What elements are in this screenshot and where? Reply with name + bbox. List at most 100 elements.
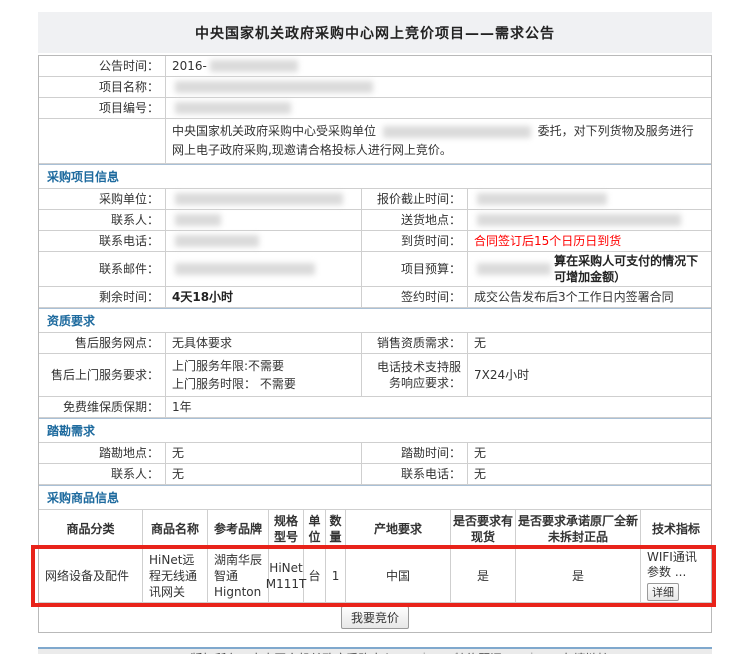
quote-deadline-value bbox=[468, 189, 711, 209]
sign-time-value: 成交公告发布后3个工作日内签署合同 bbox=[468, 287, 711, 307]
onsite-service-label: 售后上门服务要求： bbox=[39, 354, 166, 396]
arrival-value: 合同签订后15个日历日到货 bbox=[468, 231, 711, 251]
budget-value: 算在采购人可支付的情况下可增加金额） bbox=[468, 252, 711, 286]
budget-visible-text: 算在采购人可支付的情况下可增加金额） bbox=[554, 253, 705, 285]
redacted-purchase-unit bbox=[175, 193, 343, 205]
product-name: HiNet远程无线通讯网关 bbox=[143, 549, 208, 602]
phone-value bbox=[166, 231, 362, 251]
product-model: HiNet M111T bbox=[269, 549, 304, 602]
description-text: 中央国家机关政府采购中心受采购单位 委托，对下列货物及服务进行网上电子政府采购,… bbox=[166, 119, 711, 163]
redacted-budget bbox=[477, 263, 551, 275]
survey-phone-value: 无 bbox=[468, 464, 711, 484]
purchase-unit-value bbox=[166, 189, 362, 209]
bid-row: 我要竞价 bbox=[39, 603, 711, 632]
email-value bbox=[166, 252, 362, 286]
detail-button[interactable]: 详细 bbox=[647, 583, 679, 601]
product-row: 网络设备及配件 HiNet远程无线通讯网关 湖南华辰智通Hignton HiNe… bbox=[39, 549, 711, 603]
product-origin: 中国 bbox=[346, 549, 451, 602]
redacted-email bbox=[175, 263, 315, 275]
description-prefix: 中央国家机关政府采购中心受采购单位 bbox=[172, 124, 376, 138]
service-outlet-label: 售后服务网点： bbox=[39, 333, 166, 353]
page-title: 中央国家机关政府采购中心网上竞价项目——需求公告 bbox=[38, 12, 712, 53]
section-survey: 踏勘需求 bbox=[39, 418, 711, 443]
row-phone: 联系电话： 到货时间： 合同签订后15个日历日到货 bbox=[39, 231, 711, 252]
product-row-wrap: 网络设备及配件 HiNet远程无线通讯网关 湖南华辰智通Hignton HiNe… bbox=[39, 549, 711, 603]
purchase-unit-label: 采购单位： bbox=[39, 189, 166, 209]
survey-time-value: 无 bbox=[468, 443, 711, 463]
col-brand-new: 是否要求承诺原厂全新未拆封正品 bbox=[516, 510, 641, 548]
col-model: 规格型号 bbox=[269, 510, 304, 548]
col-in-stock: 是否要求有现货 bbox=[451, 510, 516, 548]
arrival-label: 到货时间： bbox=[362, 231, 468, 251]
footer: 政府采购 版权所有：中央国家机关政府采购中心 ｜ 特约顾问 ｜ 友情链接 京IC… bbox=[38, 647, 712, 654]
description-label-empty bbox=[39, 119, 166, 163]
row-survey-place: 踏勘地点： 无 踏勘时间： 无 bbox=[39, 443, 711, 464]
redacted-contact bbox=[175, 214, 221, 226]
notice-table: 公告时间： 2016- 项目名称： 项目编号： 中央国家机关政府采购中心受采购单… bbox=[38, 55, 712, 633]
section-qualification: 资质要求 bbox=[39, 308, 711, 333]
phone-support-value: 7X24小时 bbox=[468, 354, 711, 396]
row-project-name: 项目名称： bbox=[39, 77, 711, 98]
remaining-time-label: 剩余时间： bbox=[39, 287, 166, 307]
redacted-project-name bbox=[175, 81, 373, 93]
row-survey-contact: 联系人： 无 联系电话： 无 bbox=[39, 464, 711, 485]
project-name-value bbox=[166, 77, 711, 97]
project-name-label: 项目名称： bbox=[39, 77, 166, 97]
col-category: 商品分类 bbox=[39, 510, 143, 548]
warranty-label: 免费维保质保期： bbox=[39, 397, 166, 417]
contact-value bbox=[166, 210, 362, 230]
sales-qualification-value: 无 bbox=[468, 333, 711, 353]
redacted-quote-deadline bbox=[477, 193, 607, 205]
bid-button[interactable]: 我要竞价 bbox=[341, 606, 409, 629]
quote-deadline-label: 报价截止时间： bbox=[362, 189, 468, 209]
section-products: 采购商品信息 bbox=[39, 485, 711, 510]
row-onsite-service: 售后上门服务要求： 上门服务年限:不需要 上门服务时限： 不需要 电话技术支持服… bbox=[39, 354, 711, 397]
product-in-stock: 是 bbox=[451, 549, 516, 602]
onsite-service-value: 上门服务年限:不需要 上门服务时限： 不需要 bbox=[166, 354, 362, 396]
row-description: 中央国家机关政府采购中心受采购单位 委托，对下列货物及服务进行网上电子政府采购,… bbox=[39, 119, 711, 164]
survey-contact-label: 联系人： bbox=[39, 464, 166, 484]
col-brand: 参考品牌 bbox=[208, 510, 269, 548]
email-label: 联系邮件： bbox=[39, 252, 166, 286]
row-contact: 联系人： 送货地点： bbox=[39, 210, 711, 231]
product-tech-spec: WIFI通讯参数 ... bbox=[647, 550, 705, 580]
col-qty: 数量 bbox=[326, 510, 346, 548]
product-tech-spec-cell: WIFI通讯参数 ... 详细 bbox=[641, 549, 711, 602]
contact-label: 联系人： bbox=[39, 210, 166, 230]
announce-time-label: 公告时间： bbox=[39, 56, 166, 76]
redacted-announce-time bbox=[210, 60, 298, 72]
project-number-value bbox=[166, 98, 711, 118]
remaining-time-value: 4天18小时 bbox=[166, 287, 362, 307]
survey-place-value: 无 bbox=[166, 443, 362, 463]
onsite-service-line2: 上门服务时限： 不需要 bbox=[172, 375, 355, 393]
delivery-place-value bbox=[468, 210, 711, 230]
row-project-number: 项目编号： bbox=[39, 98, 711, 119]
row-service-outlet: 售后服务网点： 无具体要求 销售资质需求： 无 bbox=[39, 333, 711, 354]
sales-qualification-label: 销售资质需求： bbox=[362, 333, 468, 353]
survey-place-label: 踏勘地点： bbox=[39, 443, 166, 463]
product-brand: 湖南华辰智通Hignton bbox=[208, 549, 269, 602]
warranty-value: 1年 bbox=[166, 397, 711, 417]
section-project-info: 采购项目信息 bbox=[39, 164, 711, 189]
col-origin: 产地要求 bbox=[346, 510, 451, 548]
announce-time-prefix: 2016- bbox=[172, 58, 207, 74]
col-unit: 单位 bbox=[304, 510, 326, 548]
redacted-delivery-place bbox=[477, 214, 681, 226]
row-remaining-time: 剩余时间： 4天18小时 签约时间： 成交公告发布后3个工作日内签署合同 bbox=[39, 287, 711, 308]
delivery-place-label: 送货地点： bbox=[362, 210, 468, 230]
onsite-service-line1: 上门服务年限:不需要 bbox=[172, 357, 355, 375]
col-name: 商品名称 bbox=[143, 510, 208, 548]
phone-label: 联系电话： bbox=[39, 231, 166, 251]
survey-contact-value: 无 bbox=[166, 464, 362, 484]
survey-time-label: 踏勘时间： bbox=[362, 443, 468, 463]
products-header-row: 商品分类 商品名称 参考品牌 规格型号 单位 数量 产地要求 是否要求有现货 是… bbox=[39, 510, 711, 549]
project-number-label: 项目编号： bbox=[39, 98, 166, 118]
row-purchase-unit: 采购单位： 报价截止时间： bbox=[39, 189, 711, 210]
row-email: 联系邮件： 项目预算： 算在采购人可支付的情况下可增加金额） bbox=[39, 252, 711, 287]
announce-time-value: 2016- bbox=[166, 56, 711, 76]
product-qty: 1 bbox=[326, 549, 346, 602]
redacted-phone bbox=[175, 235, 259, 247]
product-category: 网络设备及配件 bbox=[39, 549, 143, 602]
col-tech-spec: 技术指标 bbox=[641, 510, 711, 548]
phone-support-label: 电话技术支持服务响应要求： bbox=[362, 354, 468, 396]
